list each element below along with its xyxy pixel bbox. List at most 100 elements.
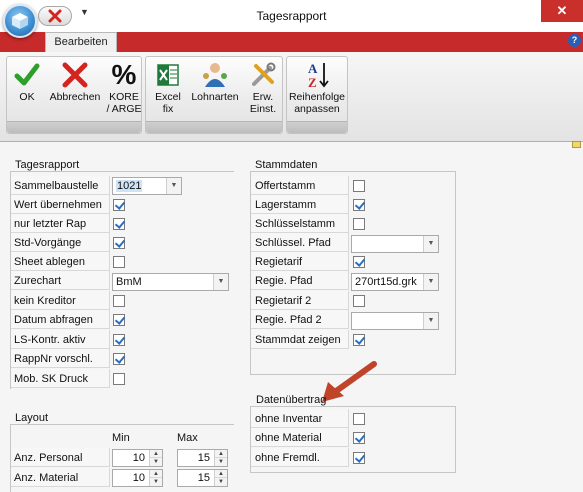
- chevron-down-icon[interactable]: ▼: [423, 236, 438, 252]
- ok-label: OK: [19, 91, 35, 103]
- anz-material-min-value: 10: [132, 472, 145, 484]
- mob-sk-druck-checkbox[interactable]: [113, 373, 125, 385]
- excel-fix-button[interactable]: Excel fix: [150, 58, 186, 115]
- wert-uebernehmen-label: Wert übernehmen: [14, 199, 102, 211]
- chevron-down-icon[interactable]: ▼: [423, 274, 438, 290]
- anz-material-max-value: 15: [197, 472, 210, 484]
- regietarif-2-label: Regietarif 2: [255, 295, 312, 307]
- window-title: Tagesrapport: [256, 9, 327, 23]
- erw-einst-label: Erw. Einst.: [249, 91, 277, 115]
- datenuebertrag-heading: Datenübertrag: [256, 394, 327, 406]
- spin-up-icon[interactable]: ▲: [150, 470, 162, 478]
- schluessel-pfad-combo[interactable]: ▼: [351, 235, 439, 253]
- reihenfolge-label: Reihenfolge anpassen: [288, 91, 346, 115]
- annotation-arrow-icon: [322, 361, 377, 402]
- offertstamm-checkbox[interactable]: [353, 180, 365, 192]
- sammelbaustelle-combo[interactable]: 1021 ▼: [112, 177, 182, 195]
- datenuebertrag-border-right: [455, 406, 456, 472]
- abbrechen-button[interactable]: Abbrechen: [46, 58, 104, 103]
- spin-down-icon[interactable]: ▼: [215, 478, 227, 486]
- sammelbaustelle-label: Sammelbaustelle: [14, 180, 99, 192]
- ok-button[interactable]: OK: [10, 58, 44, 103]
- spin-up-icon[interactable]: ▲: [215, 450, 227, 458]
- excel-icon: [157, 63, 179, 86]
- tab-bearbeiten[interactable]: Bearbeiten: [45, 32, 117, 52]
- ls-kontr-aktiv-checkbox[interactable]: [113, 334, 125, 346]
- layout-divider: [10, 424, 234, 425]
- anz-personal-max-value: 15: [197, 452, 210, 464]
- panel-options-icon[interactable]: [572, 141, 581, 148]
- ohne-fremdl-checkbox[interactable]: [353, 452, 365, 464]
- chevron-down-icon[interactable]: ▼: [166, 178, 181, 194]
- stammdaten-border-right: [455, 171, 456, 374]
- erw-einst-button[interactable]: Erw. Einst.: [244, 58, 282, 115]
- regie-pfad-2-label: Regie. Pfad 2: [255, 314, 322, 326]
- min-column-header: Min: [112, 432, 130, 444]
- offertstamm-label: Offertstamm: [255, 180, 316, 192]
- stammdaten-divider: [250, 171, 455, 172]
- ohne-material-checkbox[interactable]: [353, 432, 365, 444]
- regietarif-checkbox[interactable]: [353, 256, 365, 268]
- anz-personal-min-spinner[interactable]: 10 ▲ ▼: [112, 449, 163, 467]
- kore-arge-button[interactable]: % KORE / ARGE: [106, 58, 142, 115]
- anz-personal-max-spinner[interactable]: 15 ▲ ▼: [177, 449, 228, 467]
- nur-letzter-rap-checkbox[interactable]: [113, 218, 125, 230]
- chevron-down-icon[interactable]: ▼: [213, 274, 228, 290]
- kein-kreditor-checkbox[interactable]: [113, 295, 125, 307]
- regietarif-label: Regietarif: [255, 256, 303, 268]
- svg-text:A: A: [308, 61, 318, 76]
- spin-down-icon[interactable]: ▼: [215, 458, 227, 466]
- lohnarten-button[interactable]: Lohnarten: [188, 58, 242, 103]
- datenuebertrag-divider: [250, 406, 455, 407]
- close-window-button[interactable]: ✕: [541, 0, 583, 22]
- reihenfolge-anpassen-button[interactable]: A Z Reihenfolge anpassen: [287, 58, 347, 116]
- ohne-material-label: ohne Material: [255, 432, 322, 444]
- regie-pfad-value: 270rt15d.grk: [355, 276, 417, 288]
- tagesrapport-divider: [10, 171, 234, 172]
- tools-icon: [252, 62, 276, 86]
- wert-uebernehmen-checkbox[interactable]: [113, 199, 125, 211]
- schluesselstamm-label: Schlüsselstamm: [255, 218, 336, 230]
- mob-sk-druck-label: Mob. SK Druck: [14, 373, 88, 385]
- help-icon[interactable]: ?: [568, 34, 581, 47]
- datum-abfragen-label: Datum abfragen: [14, 314, 93, 326]
- regie-pfad-label: Regie. Pfad: [255, 275, 313, 287]
- datum-abfragen-checkbox[interactable]: [113, 314, 125, 326]
- spin-down-icon[interactable]: ▼: [150, 458, 162, 466]
- anz-personal-min-value: 10: [132, 452, 145, 464]
- regie-pfad-combo[interactable]: 270rt15d.grk ▼: [351, 273, 439, 291]
- ohne-fremdl-label: ohne Fremdl.: [255, 452, 320, 464]
- kein-kreditor-label: kein Kreditor: [14, 295, 76, 307]
- chevron-down-icon[interactable]: ▼: [423, 313, 438, 329]
- lagerstamm-label: Lagerstamm: [255, 199, 317, 211]
- spin-down-icon[interactable]: ▼: [150, 478, 162, 486]
- cross-icon: [62, 62, 88, 87]
- people-icon: [203, 62, 227, 87]
- rappnr-vorschl-checkbox[interactable]: [113, 353, 125, 365]
- spin-up-icon[interactable]: ▲: [215, 470, 227, 478]
- anz-material-max-spinner[interactable]: 15 ▲ ▼: [177, 469, 228, 487]
- app-menu-button[interactable]: [3, 4, 37, 38]
- kore-arge-label: KORE / ARGE: [106, 91, 142, 115]
- ohne-inventar-checkbox[interactable]: [353, 413, 365, 425]
- zurechart-combo[interactable]: BmM ▼: [112, 273, 229, 291]
- ohne-inventar-label: ohne Inventar: [255, 413, 323, 425]
- regie-pfad-2-combo[interactable]: ▼: [351, 312, 439, 330]
- abbrechen-label: Abbrechen: [49, 91, 101, 103]
- schluesselstamm-checkbox[interactable]: [353, 218, 365, 230]
- sheet-ablegen-checkbox[interactable]: [113, 256, 125, 268]
- sort-az-icon: A Z: [308, 61, 329, 90]
- zurechart-value: BmM: [116, 276, 142, 288]
- stammdat-zeigen-checkbox[interactable]: [353, 334, 365, 346]
- lagerstamm-checkbox[interactable]: [353, 199, 365, 211]
- lohnarten-label: Lohnarten: [191, 91, 239, 103]
- spin-up-icon[interactable]: ▲: [150, 450, 162, 458]
- nur-letzter-rap-label: nur letzter Rap: [14, 218, 87, 230]
- regietarif-2-checkbox[interactable]: [353, 295, 365, 307]
- std-vorgaenge-checkbox[interactable]: [113, 237, 125, 249]
- anz-material-min-spinner[interactable]: 10 ▲ ▼: [112, 469, 163, 487]
- excel-fix-label: Excel fix: [155, 91, 181, 115]
- cube-icon: [12, 13, 28, 29]
- percent-icon: %: [111, 58, 137, 90]
- anz-personal-label: Anz. Personal: [14, 452, 83, 464]
